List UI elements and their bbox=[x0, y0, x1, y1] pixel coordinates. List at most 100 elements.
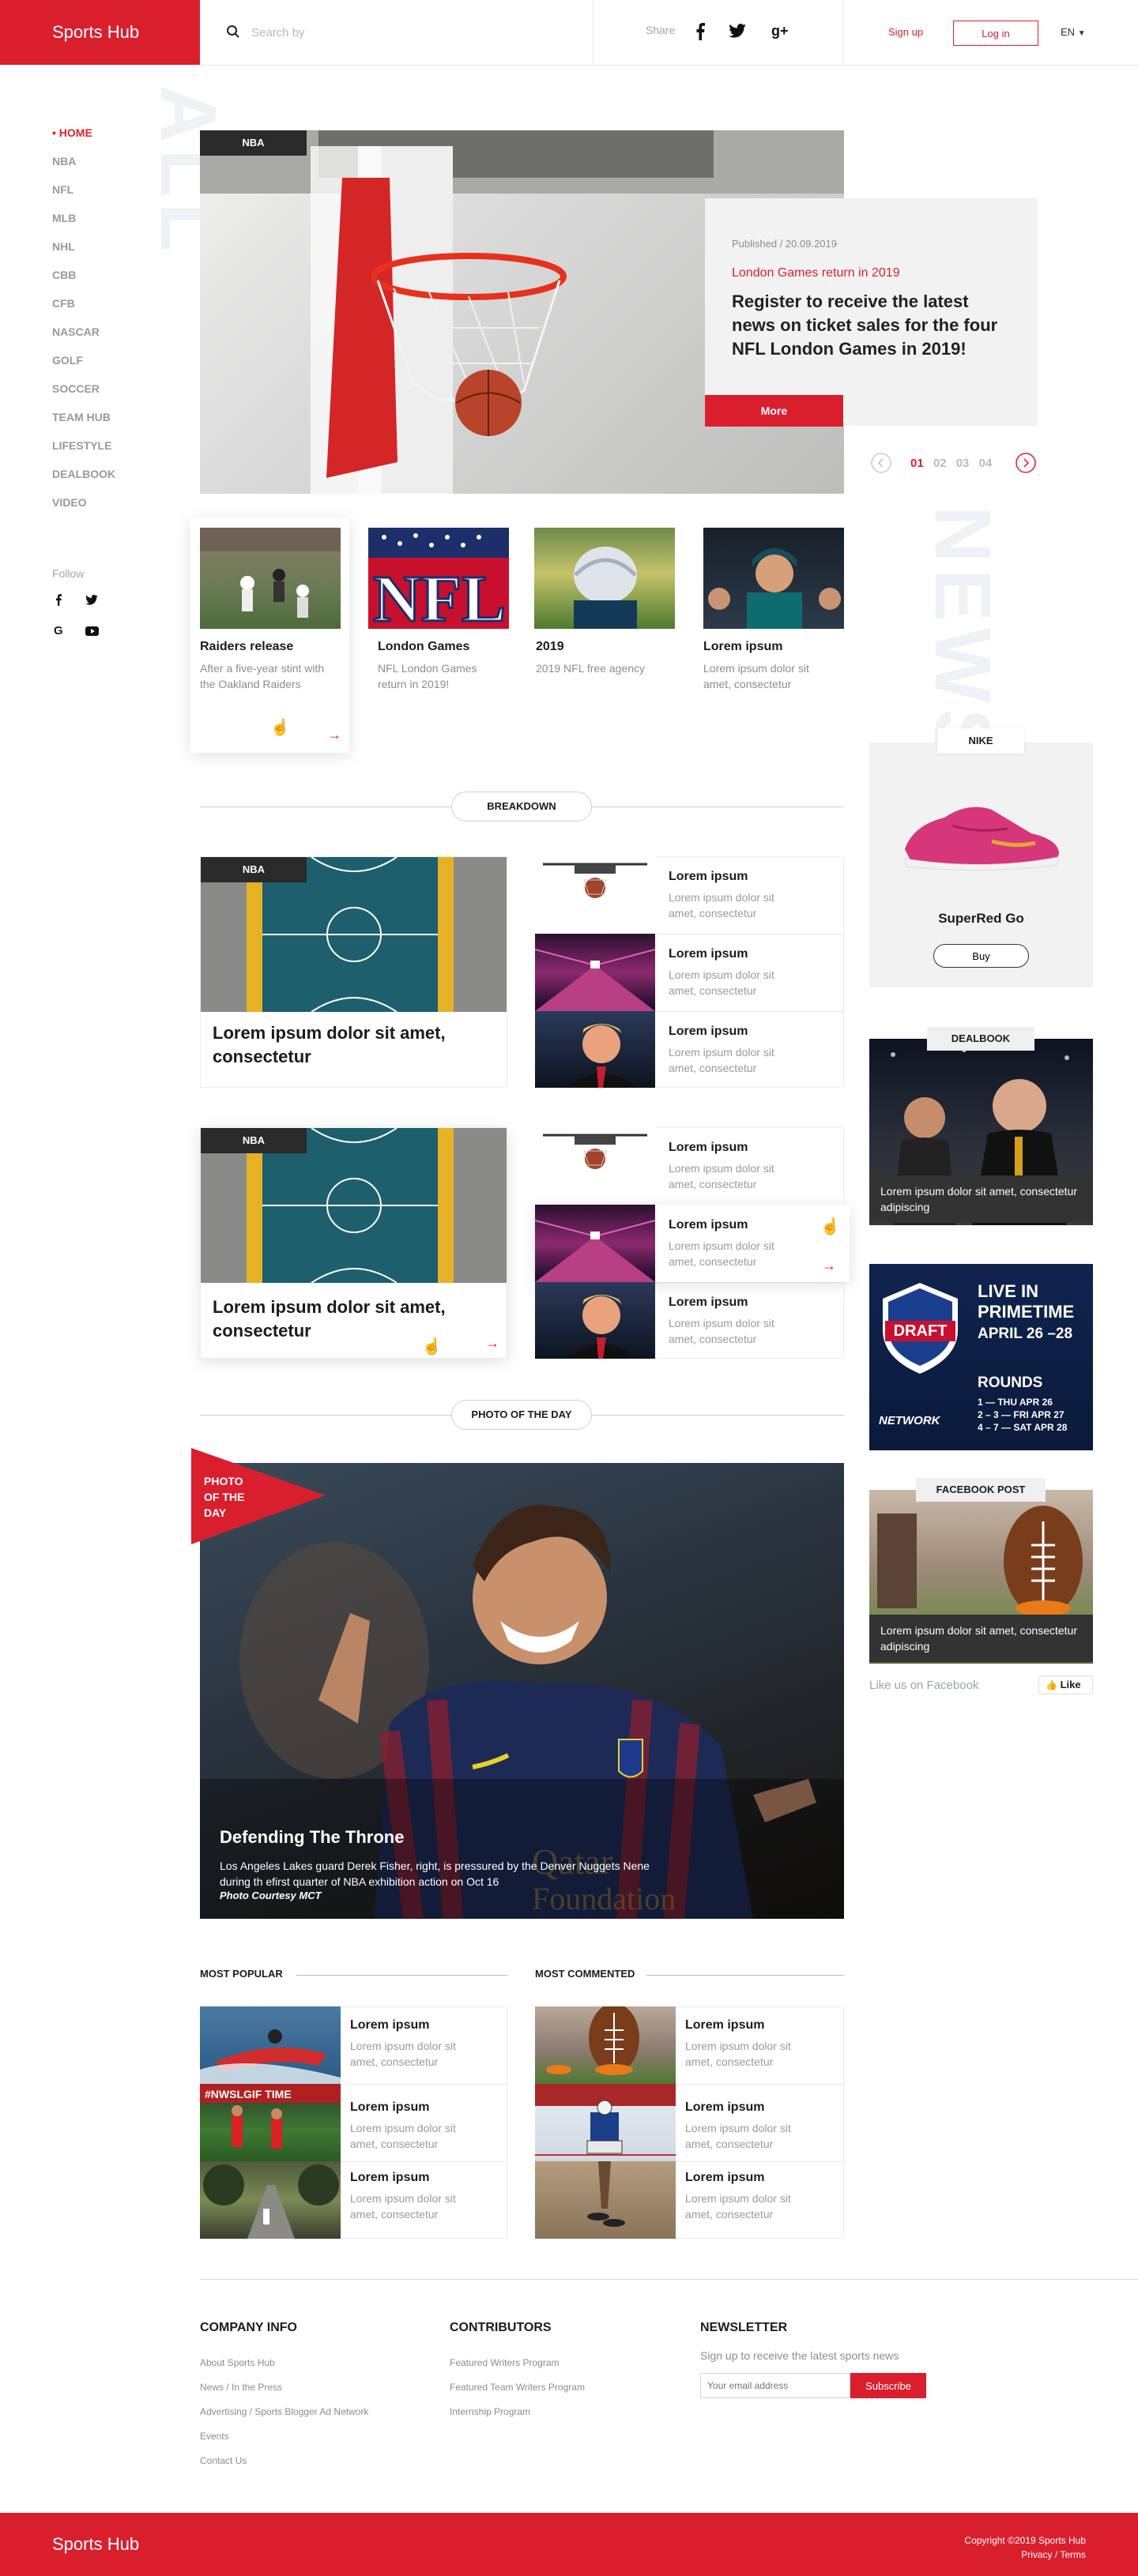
list-thumb[interactable] bbox=[535, 1282, 655, 1359]
draft-ad[interactable]: DRAFT LIVE IN PRIMETIME APRIL 26 –28 ROU… bbox=[869, 1264, 1093, 1450]
list-thumb[interactable] bbox=[535, 2161, 676, 2239]
card-image[interactable] bbox=[534, 528, 675, 629]
subscribe-button[interactable]: Subscribe bbox=[850, 2373, 926, 2398]
list-item-title[interactable]: Lorem ipsum bbox=[350, 2100, 429, 2115]
like-us-label[interactable]: Like us on Facebook bbox=[869, 1679, 978, 1692]
card-title[interactable]: 2019 bbox=[536, 640, 564, 654]
pager-item[interactable]: 04 bbox=[979, 457, 993, 470]
sidebar-item-nfl[interactable]: NFL bbox=[52, 183, 115, 212]
footer-link[interactable]: Internship Program bbox=[450, 2406, 585, 2431]
sidebar-item-mlb[interactable]: MLB bbox=[52, 212, 115, 240]
dealbook-caption[interactable]: Lorem ipsum dolor sit amet, consectetur … bbox=[869, 1175, 1093, 1223]
twitter-icon[interactable] bbox=[85, 595, 98, 605]
signup-link[interactable]: Sign up bbox=[888, 26, 923, 38]
footer-link[interactable]: Advertising / Sports Blogger Ad Network bbox=[200, 2406, 368, 2431]
list-thumb[interactable] bbox=[535, 2006, 676, 2084]
facebook-like-button[interactable]: 👍 Like bbox=[1038, 1675, 1093, 1694]
footer-link[interactable]: Featured Writers Program bbox=[450, 2357, 585, 2382]
search-input[interactable] bbox=[251, 22, 567, 43]
logo[interactable]: Sports Hub bbox=[0, 0, 200, 65]
sidebar-item-video[interactable]: VIDEO bbox=[52, 496, 115, 525]
facebook-icon[interactable] bbox=[695, 23, 705, 40]
list-item-subtitle: Lorem ipsum dolor sit amet, consectetur bbox=[350, 2040, 456, 2068]
sidebar-item-cfb[interactable]: CFB bbox=[52, 297, 115, 325]
card-title[interactable]: Raiders release bbox=[200, 640, 293, 654]
google-icon[interactable]: G bbox=[54, 624, 63, 637]
chevron-left-icon[interactable] bbox=[871, 453, 891, 473]
list-item-title[interactable]: Lorem ipsum bbox=[350, 2018, 429, 2033]
pager-item[interactable]: 01 bbox=[910, 457, 924, 470]
facebook-post-caption[interactable]: Lorem ipsum dolor sit amet, consectetur … bbox=[869, 1615, 1093, 1662]
footer-link[interactable]: News / In the Press bbox=[200, 2382, 368, 2406]
card-image[interactable]: NFL bbox=[368, 528, 509, 629]
list-item-title[interactable]: Lorem ipsum bbox=[685, 2018, 764, 2033]
card-image[interactable] bbox=[703, 528, 844, 629]
list-item-title[interactable]: Lorem ipsum bbox=[669, 870, 748, 884]
arrow-right-icon[interactable]: → bbox=[485, 1335, 499, 1352]
sidebar-item-golf[interactable]: GOLF bbox=[52, 354, 115, 382]
list-thumb[interactable] bbox=[200, 2161, 341, 2239]
footer-legal-links[interactable]: Privacy / Terms bbox=[1021, 2549, 1086, 2560]
list-item-title[interactable]: Lorem ipsum bbox=[685, 2100, 764, 2115]
share-label: Share bbox=[646, 24, 676, 36]
list-item-title[interactable]: Lorem ipsum bbox=[350, 2171, 429, 2185]
like-label: Like bbox=[1060, 1679, 1081, 1690]
sidebar-item-nhl[interactable]: NHL bbox=[52, 240, 115, 269]
login-button[interactable]: Log in bbox=[953, 21, 1038, 46]
facebook-icon[interactable] bbox=[55, 594, 62, 606]
google-plus-icon[interactable]: g+ bbox=[771, 23, 789, 39]
footer-link[interactable]: About Sports Hub bbox=[200, 2357, 368, 2382]
list-thumb[interactable] bbox=[535, 1011, 655, 1088]
list-thumb[interactable] bbox=[535, 856, 655, 934]
twitter-icon[interactable] bbox=[729, 24, 746, 38]
chevron-right-icon[interactable] bbox=[1016, 453, 1036, 473]
arrow-right-icon[interactable]: → bbox=[822, 1258, 836, 1274]
hero-kicker[interactable]: London Games return in 2019 bbox=[732, 266, 900, 280]
list-thumb[interactable] bbox=[535, 1205, 655, 1282]
footer-link[interactable]: Featured Team Writers Program bbox=[450, 2382, 585, 2406]
breakdown-feature-title[interactable]: Lorem ipsum dolor sit amet, consectetur bbox=[213, 1021, 473, 1069]
sidebar-item-soccer[interactable]: SOCCER bbox=[52, 382, 115, 411]
sidebar-item-nascar[interactable]: NASCAR bbox=[52, 325, 115, 354]
list-item-title[interactable]: Lorem ipsum bbox=[685, 2171, 764, 2185]
list-item-title[interactable]: Lorem ipsum bbox=[669, 1141, 748, 1155]
card-title[interactable]: London Games bbox=[378, 640, 469, 654]
sidebar-item-cbb[interactable]: CBB bbox=[52, 269, 115, 297]
contributors-heading: CONTRIBUTORS bbox=[450, 2321, 552, 2334]
breakdown-feature[interactable]: NBA Lorem ipsum dolor sit amet, consecte… bbox=[200, 856, 507, 1088]
language-select[interactable]: EN ▼ bbox=[1061, 26, 1086, 38]
list-thumb[interactable]: #NWSLGIF TIME bbox=[200, 2084, 341, 2161]
footer-logo[interactable]: Sports Hub bbox=[52, 2534, 139, 2555]
sidebar-item-lifestyle[interactable]: LIFESTYLE bbox=[52, 439, 115, 468]
search-icon[interactable] bbox=[226, 24, 240, 39]
follow-label: Follow bbox=[52, 567, 85, 580]
list-item-title[interactable]: Lorem ipsum bbox=[669, 1218, 748, 1232]
sidebar-item-dealbook[interactable]: DEALBOOK bbox=[52, 468, 115, 496]
photo-of-day-title[interactable]: Defending The Throne bbox=[220, 1827, 404, 1848]
newsletter-email-input[interactable] bbox=[700, 2373, 850, 2398]
list-thumb[interactable] bbox=[535, 2084, 676, 2161]
hero-headline[interactable]: Register to receive the latest news on t… bbox=[732, 290, 1016, 361]
breakdown-feature[interactable]: NBA Lorem ipsum dolor sit amet, consecte… bbox=[200, 1127, 507, 1359]
card-image[interactable] bbox=[200, 528, 341, 629]
card-title[interactable]: Lorem ipsum bbox=[703, 640, 782, 654]
list-thumb[interactable] bbox=[200, 2006, 341, 2084]
sidebar-item-team-hub[interactable]: TEAM HUB bbox=[52, 411, 115, 439]
list-thumb[interactable] bbox=[535, 934, 655, 1011]
sidebar-item-home[interactable]: • HOME bbox=[52, 126, 115, 155]
breakdown-feature-title[interactable]: Lorem ipsum dolor sit amet, consectetur bbox=[213, 1296, 473, 1343]
arrow-right-icon[interactable]: → bbox=[327, 727, 341, 743]
list-item-title[interactable]: Lorem ipsum bbox=[669, 1025, 748, 1039]
footer-link[interactable]: Events bbox=[200, 2431, 368, 2455]
sidebar-item-nba[interactable]: NBA bbox=[52, 155, 115, 183]
youtube-icon[interactable] bbox=[85, 626, 99, 636]
footer-link[interactable]: Contact Us bbox=[200, 2455, 368, 2480]
more-button[interactable]: More bbox=[705, 395, 843, 427]
list-item-title[interactable]: Lorem ipsum bbox=[669, 1296, 748, 1310]
draft-line2: PRIMETIME bbox=[978, 1302, 1075, 1322]
list-thumb[interactable] bbox=[535, 1127, 655, 1205]
pager-item[interactable]: 02 bbox=[933, 457, 947, 470]
list-item-title[interactable]: Lorem ipsum bbox=[669, 947, 748, 961]
pager-item[interactable]: 03 bbox=[956, 457, 970, 470]
buy-button[interactable]: Buy bbox=[933, 944, 1029, 968]
